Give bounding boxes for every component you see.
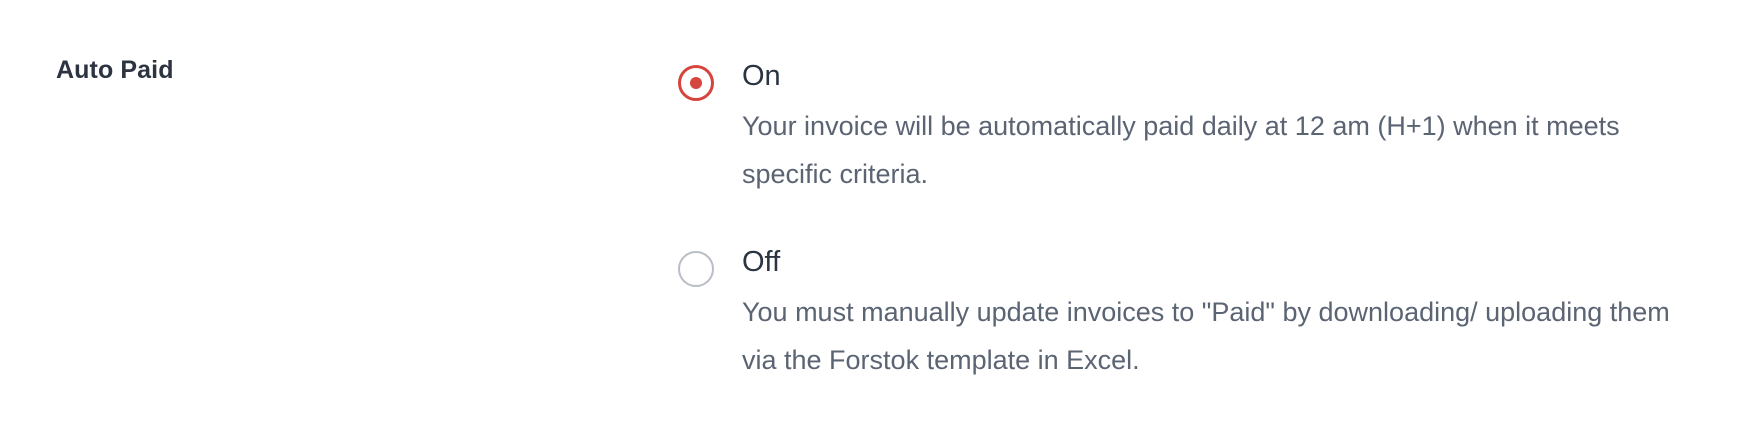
radio-on-description: Your invoice will be automatically paid … (742, 111, 1620, 189)
radio-off-label: Off (742, 246, 781, 278)
setting-label: Auto Paid (56, 56, 174, 84)
radio-off-unselected-icon[interactable] (678, 251, 714, 287)
radio-on-selected-icon[interactable] (678, 65, 714, 101)
radio-option-on[interactable]: On Your invoice will be automatically pa… (678, 56, 1718, 198)
auto-paid-setting: Auto Paid On Your invoice will be automa… (0, 0, 1754, 424)
radio-on-label: On (742, 60, 781, 92)
radio-off-description: You must manually update invoices to "Pa… (742, 297, 1670, 375)
auto-paid-radio-group: On Your invoice will be automatically pa… (678, 48, 1718, 428)
radio-off-text: Off You must manually update invoices to… (742, 242, 1718, 384)
radio-option-off[interactable]: Off You must manually update invoices to… (678, 242, 1718, 384)
radio-on-text: On Your invoice will be automatically pa… (742, 56, 1718, 198)
